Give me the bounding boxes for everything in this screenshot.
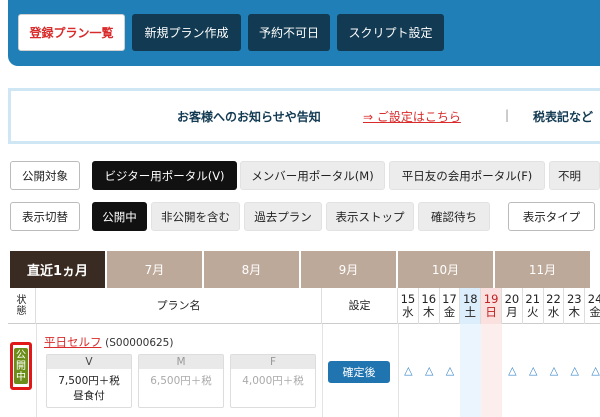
plan-id: (S00000625) — [105, 337, 174, 349]
filter-published[interactable]: 公開中 — [92, 202, 147, 231]
tab-unavailable-days[interactable]: 予約不可日 — [248, 14, 330, 51]
table-header-row: 状態 プラン名 設定 15 水 16 木 17 金 18 土 19 日 20 月 21 火 2… — [8, 288, 600, 324]
top-nav: 登録プラン一覧 新規プラン作成 予約不可日 スクリプト設定 — [8, 0, 600, 66]
filter-past-plans[interactable]: 過去プラン — [244, 202, 322, 231]
month-tab-sep[interactable]: 9月 — [299, 251, 396, 288]
day-header: 22 水 — [544, 288, 565, 324]
display-switch-label: 表示切替 — [10, 202, 80, 231]
notice-tax-text: 税表記など — [533, 110, 594, 124]
price-box-visitor: V 7,500円＋税 昼食付 — [46, 354, 132, 408]
month-tab-aug[interactable]: 8月 — [202, 251, 299, 288]
availability-cell[interactable]: △ — [398, 364, 419, 377]
filter-visitor-portal[interactable]: ビジター用ポータル(V) — [92, 161, 237, 190]
status-badge: 公開中 — [14, 348, 28, 384]
price-value: 6,500円＋税 — [150, 375, 212, 387]
filter-awaiting-confirm[interactable]: 確認待ち — [418, 202, 490, 231]
settings-column-header: 設定 — [322, 288, 398, 324]
day-header: 16 木 — [419, 288, 440, 324]
day-header: 15 水 — [398, 288, 419, 324]
display-type-button[interactable]: 表示タイプ — [508, 202, 595, 231]
publish-target-label: 公開対象 — [10, 161, 80, 190]
plan-name-column-header: プラン名 — [36, 288, 322, 324]
price-key: M — [139, 355, 223, 369]
availability-cell[interactable]: △ — [585, 364, 600, 377]
day-header-sunday: 19 日 — [481, 288, 502, 324]
availability-cell[interactable]: △ — [502, 364, 523, 377]
availability-cell[interactable]: △ — [544, 364, 565, 377]
day-header: 21 火 — [523, 288, 544, 324]
availability-cell[interactable]: △ — [440, 364, 461, 377]
availability-cell[interactable]: △ — [564, 364, 585, 377]
month-tabs: 直近1ヵ月 7月 8月 9月 10月 11月 — [10, 251, 600, 288]
status-highlight-box: 公開中 — [10, 342, 32, 390]
day-header-saturday: 18 土 — [460, 288, 482, 324]
month-tab-recent[interactable]: 直近1ヵ月 — [10, 251, 105, 288]
price-value: 7,500円＋税 — [58, 375, 120, 387]
day-header: 23 木 — [564, 288, 586, 324]
filter-include-private[interactable]: 非公開を含む — [151, 202, 240, 231]
price-value: 4,000円＋税 — [242, 375, 304, 387]
plan-name-link[interactable]: 平日セルフ — [44, 335, 102, 349]
month-tab-nov[interactable]: 11月 — [493, 251, 590, 288]
availability-cell[interactable]: △ — [419, 364, 440, 377]
month-tab-jul[interactable]: 7月 — [105, 251, 202, 288]
status-column-header: 状態 — [8, 288, 36, 324]
notice-text: お客様へのお知らせや告知 — [177, 110, 321, 124]
day-header: 20 月 — [502, 288, 523, 324]
month-tab-oct[interactable]: 10月 — [396, 251, 493, 288]
plan-title: 平日セルフ (S00000625) — [44, 334, 173, 350]
confirm-button[interactable]: 確定後 — [328, 361, 390, 383]
tab-plan-list[interactable]: 登録プラン一覧 — [18, 14, 125, 51]
column-divider — [36, 324, 37, 417]
filter-display-stop[interactable]: 表示ストップ — [326, 202, 414, 231]
day-header: 17 金 — [440, 288, 461, 324]
notice-separator: | — [505, 108, 510, 122]
price-box-member: M 6,500円＋税 — [138, 354, 224, 408]
price-key: V — [47, 355, 131, 369]
table-row: 公開中 平日セルフ (S00000625) V 7,500円＋税 昼食付 M 6… — [8, 324, 600, 417]
notice-bar: お客様へのお知らせや告知 ⇒ ご設定はこちら | 税表記など — [8, 88, 600, 144]
price-note: 昼食付 — [73, 390, 105, 402]
day-header: 24 金 — [585, 288, 600, 324]
tab-new-plan[interactable]: 新規プラン作成 — [132, 14, 241, 51]
column-divider — [322, 324, 323, 417]
notice-settings-link[interactable]: ⇒ ご設定はこちら — [363, 108, 461, 125]
filter-unknown[interactable]: 不明 — [549, 161, 600, 190]
tab-script-settings[interactable]: スクリプト設定 — [337, 14, 444, 51]
price-box-weekday: F 4,000円＋税 — [230, 354, 316, 408]
filter-member-portal[interactable]: メンバー用ポータル(M) — [240, 161, 385, 190]
saturday-column-bg — [460, 324, 482, 417]
sunday-column-bg — [481, 324, 502, 417]
availability-cell[interactable]: △ — [523, 364, 544, 377]
price-key: F — [231, 355, 315, 369]
filter-weekday-portal[interactable]: 平日友の会用ポータル(F) — [389, 161, 545, 190]
